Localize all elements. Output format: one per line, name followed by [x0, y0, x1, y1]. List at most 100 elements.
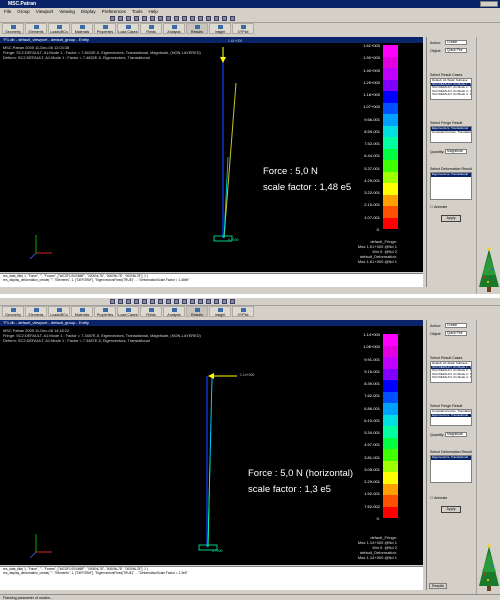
command-line: res_display_deformation_create( "", "Ele…: [3, 278, 190, 282]
toolbar-icon[interactable]: [190, 299, 195, 304]
menu-group[interactable]: Group: [17, 8, 30, 15]
toolbar-icon[interactable]: [150, 299, 155, 304]
graphics-viewport[interactable]: "F1.db - default_viewport - default_grou…: [0, 37, 423, 272]
app-load-cases-button[interactable]: Load Cases: [117, 23, 139, 34]
toolbar-icon[interactable]: [206, 299, 211, 304]
window-controls[interactable]: [480, 1, 498, 7]
toolbar-icon[interactable]: [158, 299, 163, 304]
toolbar-icon[interactable]: [134, 299, 139, 304]
spectrum-label: 5.34-001: [364, 430, 380, 436]
app-insight-button[interactable]: Insight: [209, 306, 231, 317]
object-select[interactable]: Quick Plot: [445, 48, 467, 53]
spectrum-label: 9.66-001: [364, 116, 380, 122]
object-select[interactable]: Quick Plot: [445, 331, 467, 336]
apply-button[interactable]: Apply: [441, 506, 461, 513]
spectrum-label: 1.50+000: [363, 55, 380, 61]
app-xyplot-button[interactable]: XYPlot: [232, 306, 254, 317]
toolbar-icon[interactable]: [222, 299, 227, 304]
menu-display[interactable]: Display: [81, 8, 96, 15]
menu-viewport[interactable]: Viewport: [36, 8, 53, 15]
deformation-result-list[interactable]: Eigenvectors, Translational: [430, 172, 472, 200]
menu-tools[interactable]: Tools: [132, 8, 143, 15]
toolbar-icon[interactable]: [214, 299, 219, 304]
app-geometry-button[interactable]: Geometry: [2, 306, 24, 317]
toolbar-icon[interactable]: [142, 16, 147, 21]
toolbar-icon[interactable]: [126, 299, 131, 304]
fringe-result-list[interactable]: Constraint Forces, Translational Eigenve…: [430, 409, 472, 426]
animate-label: Animate: [434, 496, 448, 500]
apply-button[interactable]: Apply: [441, 215, 461, 222]
app-materials-button[interactable]: Materials: [71, 306, 93, 317]
app-insight-button[interactable]: Insight: [209, 23, 231, 34]
command-history[interactable]: res_data_title( 1, "Force", "", "Forces"…: [0, 273, 423, 287]
result-cases-list[interactable]: Default, A1:Static Subcase SC2:DEFAULT, …: [430, 361, 472, 383]
toolbar-icon[interactable]: [150, 16, 155, 21]
app-analysis-button[interactable]: Analysis: [163, 23, 185, 34]
object-label: Object:: [430, 332, 442, 336]
deformation-result-list[interactable]: Eigenvectors, Translational: [430, 455, 472, 483]
app-properties-button[interactable]: Properties: [94, 306, 116, 317]
toolbar-icon[interactable]: [206, 16, 211, 21]
app-results-button[interactable]: Results: [186, 23, 208, 34]
animate-checkbox[interactable]: ☐ Animate: [430, 205, 447, 209]
menu-preferences[interactable]: Preferences: [102, 8, 126, 15]
deformation-result-label: Select Deformation Result: [430, 167, 472, 171]
toolbar-icon[interactable]: [198, 16, 203, 21]
list-item-selected[interactable]: Eigenvectors, Translational: [431, 173, 471, 177]
toolbar-icon[interactable]: [222, 16, 227, 21]
menu-viewing[interactable]: Viewing: [59, 8, 75, 15]
toolbar-icon[interactable]: [134, 16, 139, 21]
menu-help[interactable]: Help: [148, 8, 157, 15]
menu-file[interactable]: File: [4, 8, 11, 15]
graphics-viewport[interactable]: "F1.db - default_viewport - default_grou…: [0, 320, 423, 565]
results-tab[interactable]: Results: [429, 583, 447, 589]
toolbar-icon[interactable]: [110, 299, 115, 304]
app-xyplot-button[interactable]: XYPlot: [232, 23, 254, 34]
toolbar-icon[interactable]: [230, 16, 235, 21]
toolbar-icon[interactable]: [142, 299, 147, 304]
command-history[interactable]: res_data_title( 1, "Force", "", "Forces"…: [0, 566, 423, 590]
app-materials-button[interactable]: Materials: [71, 23, 93, 34]
app-properties-button[interactable]: Properties: [94, 23, 116, 34]
toolbar-icon[interactable]: [110, 16, 115, 21]
toolbar-icon[interactable]: [166, 16, 171, 21]
app-loads-bcs-button[interactable]: Loads/BCs: [48, 23, 70, 34]
toolbar-icon[interactable]: [126, 16, 131, 21]
list-item[interactable]: Constraint Forces, Translational: [431, 130, 471, 135]
toolbar-icon[interactable]: [174, 299, 179, 304]
toolbar-icon[interactable]: [158, 16, 163, 21]
list-item-selected[interactable]: Eigenvectors, Translational: [431, 456, 471, 460]
right-sidebar: [476, 37, 500, 294]
app-fields-button[interactable]: Fields: [140, 306, 162, 317]
toolbar-icon[interactable]: [230, 299, 235, 304]
toolbar-icon[interactable]: [182, 16, 187, 21]
toolbar-icon[interactable]: [182, 299, 187, 304]
list-item[interactable]: SC2:DEFAULT, A1:Mode 4 : Factor = 2.10E-…: [431, 93, 471, 97]
toolbar-icon[interactable]: [174, 16, 179, 21]
app-geometry-button[interactable]: Geometry: [2, 23, 24, 34]
toolbar-icon[interactable]: [190, 16, 195, 21]
app-results-button[interactable]: Results: [186, 306, 208, 317]
app-elements-button[interactable]: Elements: [25, 306, 47, 317]
action-select[interactable]: Create: [445, 40, 467, 45]
toolbar-icon[interactable]: [166, 299, 171, 304]
app-load-cases-button[interactable]: Load Cases: [117, 306, 139, 317]
fringe-result-list[interactable]: Eigenvectors, Translational Constraint F…: [430, 126, 472, 143]
animate-checkbox[interactable]: ☐ Animate: [430, 496, 447, 500]
fringe-result-label: Select Fringe Result: [430, 404, 463, 408]
quantity-select[interactable]: Magnitude: [445, 432, 467, 437]
toolbar-icon[interactable]: [118, 299, 123, 304]
app-elements-button[interactable]: Elements: [25, 23, 47, 34]
action-select[interactable]: Create: [445, 323, 467, 328]
app-loads-bcs-button[interactable]: Loads/BCs: [48, 306, 70, 317]
app-analysis-button[interactable]: Analysis: [163, 306, 185, 317]
toolbar-icon[interactable]: [214, 16, 219, 21]
toolbar-icon[interactable]: [198, 299, 203, 304]
toolbar-icon[interactable]: [118, 16, 123, 21]
app-fields-button[interactable]: Fields: [140, 23, 162, 34]
list-item[interactable]: SC2:DEFAULT, A1:Mode 4 : Factor = 2.10E-…: [431, 376, 471, 380]
quantity-select[interactable]: Magnitude: [445, 149, 467, 154]
spectrum-band: [383, 137, 398, 149]
result-cases-list[interactable]: Default, A1:Static Subcase SC2:DEFAULT, …: [430, 78, 472, 100]
list-item-selected[interactable]: Eigenvectors, Translational: [431, 413, 471, 418]
